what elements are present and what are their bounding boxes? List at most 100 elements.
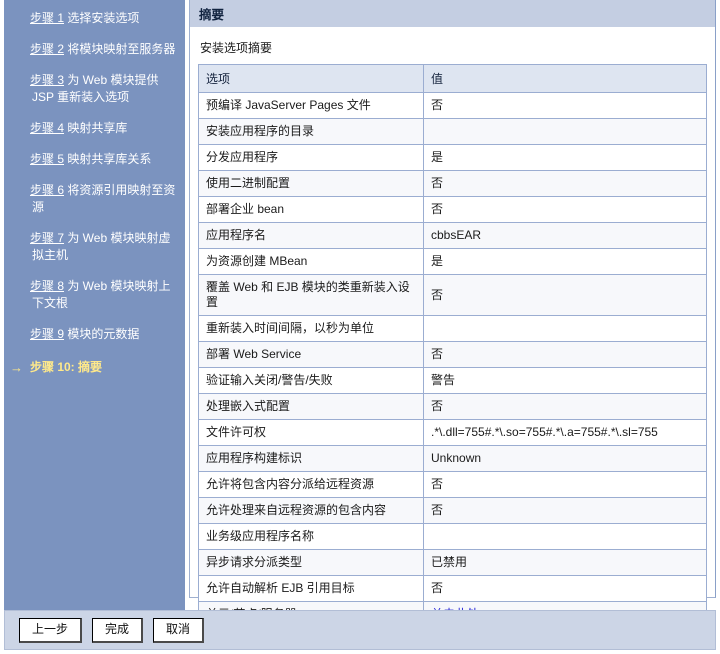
table-row: 允许自动解析 EJB 引用目标否	[198, 575, 707, 602]
table-cell-value	[423, 523, 707, 550]
sidebar-item-step-8-number[interactable]: 步骤 8	[30, 279, 64, 293]
sidebar-item-step-5-label: 映射共享库关系	[64, 152, 152, 166]
table-row: 异步请求分派类型 已禁用	[198, 549, 707, 576]
table-cell-value: 是	[423, 144, 707, 171]
panel-body: 安装选项摘要 选项 值 预编译 JavaServer Pages 文件否安装应用…	[190, 28, 715, 628]
table-row: 预编译 JavaServer Pages 文件否	[198, 92, 707, 119]
sidebar-item-step-7[interactable]: 步骤 7 为 Web 模块映射虚拟主机	[12, 230, 177, 264]
sidebar-item-step-7-number[interactable]: 步骤 7	[30, 231, 64, 245]
table-row: 业务级应用程序名称	[198, 523, 707, 550]
finish-button[interactable]: 完成	[92, 617, 144, 643]
table-cell-option: 分发应用程序	[198, 144, 424, 171]
sidebar-item-step-2[interactable]: 步骤 2 将模块映射至服务器	[12, 41, 177, 58]
sidebar-item-step-9[interactable]: 步骤 9 模块的元数据	[12, 326, 177, 343]
table-cell-option: 部署 Web Service	[198, 341, 424, 368]
table-cell-option: 预编译 JavaServer Pages 文件	[198, 92, 424, 119]
wizard-button-bar: 上一步 完成 取消	[4, 610, 716, 650]
panel-header: 摘要	[190, 0, 715, 28]
previous-button[interactable]: 上一步	[19, 617, 83, 643]
sidebar-item-step-9-number[interactable]: 步骤 9	[30, 327, 64, 341]
table-row: 允许处理来自远程资源的包含内容否	[198, 497, 707, 524]
table-cell-value	[423, 315, 707, 342]
table-cell-option: 允许自动解析 EJB 引用目标	[198, 575, 424, 602]
table-cell-value: 否	[423, 170, 707, 197]
sidebar-item-step-3[interactable]: 步骤 3 为 Web 模块提供 JSP 重新装入选项	[12, 72, 177, 106]
sidebar-item-step-4-label: 映射共享库	[64, 121, 128, 135]
table-header-row: 选项 值	[198, 64, 707, 93]
table-row: 应用程序构建标识 Unknown	[198, 445, 707, 472]
table-cell-option: 覆盖 Web 和 EJB 模块的类重新装入设置	[198, 274, 424, 316]
table-row: 部署 Web Service 否	[198, 341, 707, 368]
table-row: 覆盖 Web 和 EJB 模块的类重新装入设置否	[198, 274, 707, 316]
table-row: 文件许可权 .*\.dll=755#.*\.so=755#.*\.a=755#.*…	[198, 419, 707, 446]
table-cell-option: 应用程序构建标识	[198, 445, 424, 472]
table-cell-option: 处理嵌入式配置	[198, 393, 424, 420]
summary-table-head: 选项 值	[198, 64, 707, 93]
table-row: 重新装入时间间隔，以秒为单位	[198, 315, 707, 342]
sidebar-item-step-9-label: 模块的元数据	[64, 327, 140, 341]
table-row: 应用程序名 cbbsEAR	[198, 222, 707, 249]
step-list: 步骤 1 选择安装选项 步骤 2 将模块映射至服务器 步骤 3 为 Web 模块提供…	[12, 10, 177, 343]
table-cell-value: 否	[423, 497, 707, 524]
table-row: 处理嵌入式配置否	[198, 393, 707, 420]
sidebar-item-step-1[interactable]: 步骤 1 选择安装选项	[12, 10, 177, 27]
install-wizard-window: 步骤 1 选择安装选项 步骤 2 将模块映射至服务器 步骤 3 为 Web 模块提供…	[0, 0, 720, 654]
table-cell-value: 否	[423, 274, 707, 316]
section-label: 安装选项摘要	[200, 41, 273, 55]
table-cell-option: 允许将包含内容分派给远程资源	[198, 471, 424, 498]
table-cell-value: 否	[423, 575, 707, 602]
table-cell-value: Unknown	[423, 445, 707, 472]
table-cell-value: 否	[423, 393, 707, 420]
table-cell-option: 业务级应用程序名称	[198, 523, 424, 550]
table-cell-option: 异步请求分派类型	[198, 549, 424, 576]
sidebar-item-step-1-label: 选择安装选项	[64, 11, 140, 25]
sidebar-item-step-4[interactable]: 步骤 4 映射共享库	[12, 120, 177, 137]
table-cell-option: 文件许可权	[198, 419, 424, 446]
table-row: 允许将包含内容分派给远程资源否	[198, 471, 707, 498]
table-cell-option: 验证输入关闭/警告/失败	[198, 367, 424, 394]
wizard-step-sidebar: 步骤 1 选择安装选项 步骤 2 将模块映射至服务器 步骤 3 为 Web 模块提供…	[4, 0, 185, 610]
table-cell-value	[423, 118, 707, 145]
table-row: 部署企业 bean 否	[198, 196, 707, 223]
table-row: 为资源创建 MBean 是	[198, 248, 707, 275]
column-header-option: 选项	[198, 64, 424, 93]
table-cell-value: 否	[423, 341, 707, 368]
table-row: 分发应用程序是	[198, 144, 707, 171]
summary-table-body: 预编译 JavaServer Pages 文件否安装应用程序的目录 分发应用程序是…	[198, 92, 707, 628]
sidebar-item-step-3-number[interactable]: 步骤 3	[30, 73, 64, 87]
column-header-value: 值	[423, 64, 707, 93]
table-cell-value: 否	[423, 92, 707, 119]
sidebar-item-step-6[interactable]: 步骤 6 将资源引用映射至资源	[12, 182, 177, 216]
table-row: 安装应用程序的目录	[198, 118, 707, 145]
table-cell-value: 已禁用	[423, 549, 707, 576]
sidebar-item-step-2-label: 将模块映射至服务器	[64, 42, 176, 56]
table-cell-option: 为资源创建 MBean	[198, 248, 424, 275]
current-step-label: 步骤 10: 摘要	[30, 360, 103, 374]
table-cell-option: 安装应用程序的目录	[198, 118, 424, 145]
table-cell-value: .*\.dll=755#.*\.so=755#.*\.a=755#.*\.sl=…	[423, 419, 707, 446]
sidebar-item-step-1-number[interactable]: 步骤 1	[30, 11, 64, 25]
table-cell-option: 使用二进制配置	[198, 170, 424, 197]
page-title: 摘要	[199, 8, 225, 22]
summary-table: 选项 值 预编译 JavaServer Pages 文件否安装应用程序的目录 分发…	[198, 64, 707, 628]
current-step-arrow-icon: →	[10, 360, 23, 375]
table-row: 验证输入关闭/警告/失败 警告	[198, 367, 707, 394]
table-cell-option: 允许处理来自远程资源的包含内容	[198, 497, 424, 524]
table-cell-value: cbbsEAR	[423, 222, 707, 249]
sidebar-item-step-5[interactable]: 步骤 5 映射共享库关系	[12, 151, 177, 168]
cancel-button[interactable]: 取消	[153, 617, 205, 643]
table-cell-value: 否	[423, 471, 707, 498]
table-cell-value: 是	[423, 248, 707, 275]
sidebar-item-step-4-number[interactable]: 步骤 4	[30, 121, 64, 135]
sidebar-item-step-8[interactable]: 步骤 8 为 Web 模块映射上下文根	[12, 278, 177, 312]
table-row: 使用二进制配置否	[198, 170, 707, 197]
table-cell-value: 警告	[423, 367, 707, 394]
table-cell-option: 重新装入时间间隔，以秒为单位	[198, 315, 424, 342]
table-cell-option: 应用程序名	[198, 222, 424, 249]
sidebar-item-step-5-number[interactable]: 步骤 5	[30, 152, 64, 166]
table-cell-option: 部署企业 bean	[198, 196, 424, 223]
sidebar-item-step-6-number[interactable]: 步骤 6	[30, 183, 64, 197]
sidebar-item-step-2-number[interactable]: 步骤 2	[30, 42, 64, 56]
sidebar-item-step-10-current[interactable]: → 步骤 10: 摘要	[10, 359, 177, 376]
table-cell-value: 否	[423, 196, 707, 223]
